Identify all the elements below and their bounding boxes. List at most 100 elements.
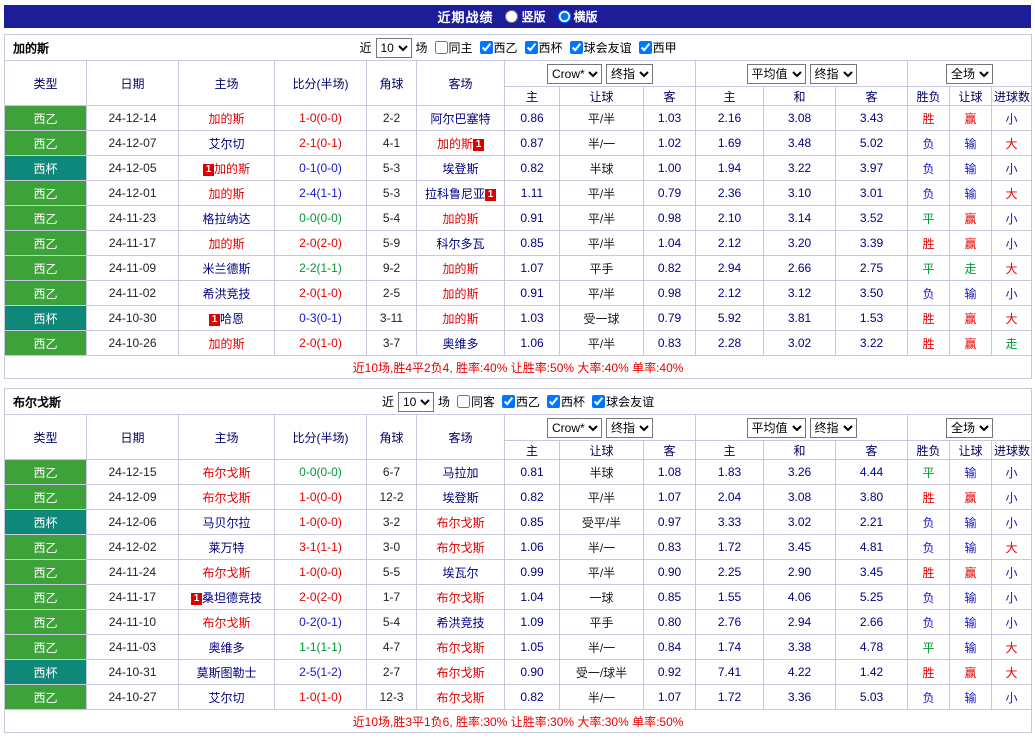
odds-handicap: 半/一 <box>559 634 644 660</box>
result-outcome: 负 <box>907 684 950 710</box>
team-name-text: 加的斯 <box>208 111 245 126</box>
layout-option-horizontal[interactable]: 横版 <box>557 8 598 25</box>
league-badge: 西乙 <box>4 105 87 131</box>
result-handicap: 输 <box>949 684 992 710</box>
dropdown-终指[interactable]: 终指 <box>606 417 653 438</box>
avg-home: 7.41 <box>695 659 764 685</box>
corners: 3-7 <box>366 330 417 356</box>
corners: 5-9 <box>366 230 417 256</box>
match-date: 24-11-17 <box>86 584 179 610</box>
match-count-select[interactable]: 10 <box>398 391 434 412</box>
filter-checkbox-西乙[interactable] <box>479 41 493 54</box>
odds-handicap: 平/半 <box>559 484 644 510</box>
filter-label: 西甲 <box>652 41 677 55</box>
odds-handicap: 半球 <box>559 459 644 485</box>
filter-checkbox-西杯[interactable] <box>524 41 538 54</box>
result-outcome: 胜 <box>907 559 950 585</box>
filter-checkbox-西甲[interactable] <box>638 41 652 54</box>
odds-away: 0.80 <box>643 609 696 635</box>
result-handicap: 输 <box>949 180 992 206</box>
filter-option-西杯[interactable]: 西杯 <box>524 39 563 56</box>
result-outcome: 负 <box>907 584 950 610</box>
league-badge: 西杯 <box>4 155 87 181</box>
col-header-5: 客场 <box>416 60 505 106</box>
layout-option-vertical[interactable]: 竖版 <box>505 8 546 25</box>
summary-row: 近10场,胜4平2负4, 胜率:40% 让胜率:50% 大率:40% 单率:40… <box>3 355 1033 379</box>
team-stats-table-0: 加的斯近 10 场同主 西乙 西杯 球会友谊 西甲 类型 日期 主场 比分(半场) 角球 客场 Crow*… <box>3 34 1033 379</box>
filter-option-同客[interactable]: 同客 <box>457 393 495 410</box>
match-score: 2-4(1-1) <box>274 180 367 206</box>
vertical-layout-radio[interactable] <box>505 10 519 23</box>
match-date: 24-11-09 <box>86 255 179 281</box>
team-name-text: 布尔戈斯 <box>436 590 485 605</box>
filter-checkbox-球会友谊[interactable] <box>569 41 583 54</box>
filter-label: 西杯 <box>538 41 563 55</box>
filter-label: 西乙 <box>493 41 518 55</box>
filter-checkbox-同客[interactable] <box>457 395 471 408</box>
team-name-text: 艾尔切 <box>208 136 245 151</box>
odds-group-header-1: 平均值 终指 <box>695 414 908 441</box>
dropdown-全场[interactable]: 全场 <box>946 63 994 84</box>
avg-away: 1.53 <box>835 305 908 331</box>
result-outcome: 负 <box>907 509 950 535</box>
filter-option-西乙[interactable]: 西乙 <box>479 39 518 56</box>
filter-checkbox-西乙[interactable] <box>502 395 516 408</box>
col-header-4: 角球 <box>366 414 417 460</box>
match-count-select[interactable]: 10 <box>375 37 412 58</box>
match-score: 0-2(0-1) <box>274 609 367 635</box>
filter-option-球会友谊[interactable]: 球会友谊 <box>569 39 632 56</box>
sub-header-0-0: 主 <box>504 440 560 460</box>
filter-option-西乙[interactable]: 西乙 <box>502 393 540 410</box>
dropdown-终指[interactable]: 终指 <box>809 63 857 84</box>
match-score: 2-0(2-0) <box>274 230 367 256</box>
filter-checkbox-西杯[interactable] <box>547 395 561 408</box>
dropdown-终指[interactable]: 终指 <box>606 63 653 84</box>
filter-option-同主[interactable]: 同主 <box>434 39 473 56</box>
avg-draw: 3.02 <box>763 509 836 535</box>
odds-handicap: 平/半 <box>559 105 644 131</box>
odds-home: 0.85 <box>504 230 560 256</box>
filter-checkbox-同主[interactable] <box>434 41 448 54</box>
match-score: 3-1(1-1) <box>274 534 367 560</box>
avg-home: 1.83 <box>695 459 764 485</box>
league-badge: 西乙 <box>4 255 87 281</box>
dropdown-平均值[interactable]: 平均值 <box>746 63 806 84</box>
team-name-text: 布尔戈斯 <box>436 665 485 680</box>
home-team: 加的斯 <box>178 180 275 206</box>
league-badge: 西杯 <box>4 305 87 331</box>
near-label: 近 <box>359 41 372 55</box>
odds-handicap: 平/半 <box>559 330 644 356</box>
dropdown-Crow*[interactable]: Crow* <box>547 63 602 84</box>
team-name-text: 加的斯 <box>442 311 479 326</box>
col-header-4: 角球 <box>366 60 417 106</box>
dropdown-终指[interactable]: 终指 <box>809 417 857 438</box>
odds-handicap: 半球 <box>559 155 644 181</box>
corners: 2-5 <box>366 280 417 306</box>
match-date: 24-11-02 <box>86 280 179 306</box>
filter-label: 球会友谊 <box>583 41 632 55</box>
home-team: 布尔戈斯 <box>178 484 275 510</box>
avg-away: 3.45 <box>835 559 908 585</box>
team-name-text: 加的斯 <box>208 236 245 251</box>
match-score: 1-0(0-0) <box>274 484 367 510</box>
dropdown-平均值[interactable]: 平均值 <box>746 417 806 438</box>
team-name-text: 加的斯 <box>442 211 479 226</box>
odds-home: 0.82 <box>504 155 560 181</box>
odds-home: 1.07 <box>504 255 560 281</box>
filter-option-西甲[interactable]: 西甲 <box>638 39 677 56</box>
horizontal-layout-radio[interactable] <box>557 10 571 23</box>
dropdown-全场[interactable]: 全场 <box>946 417 994 438</box>
corners: 12-3 <box>366 684 417 710</box>
avg-draw: 3.38 <box>763 634 836 660</box>
horizontal-layout-label: 横版 <box>573 10 598 24</box>
dropdown-Crow*[interactable]: Crow* <box>547 417 602 438</box>
section-summary: 近10场,胜4平2负4, 胜率:40% 让胜率:50% 大率:40% 单率:40… <box>3 355 1033 379</box>
result-goals: 小 <box>990 559 1033 585</box>
odds-handicap: 平手 <box>559 255 644 281</box>
filter-option-球会友谊[interactable]: 球会友谊 <box>592 393 654 410</box>
filter-option-西杯[interactable]: 西杯 <box>547 393 585 410</box>
col-header-2: 主场 <box>178 414 275 460</box>
filter-checkbox-球会友谊[interactable] <box>592 395 606 408</box>
match-date: 24-11-03 <box>86 634 179 660</box>
home-team: 1 加的斯 <box>178 155 275 181</box>
